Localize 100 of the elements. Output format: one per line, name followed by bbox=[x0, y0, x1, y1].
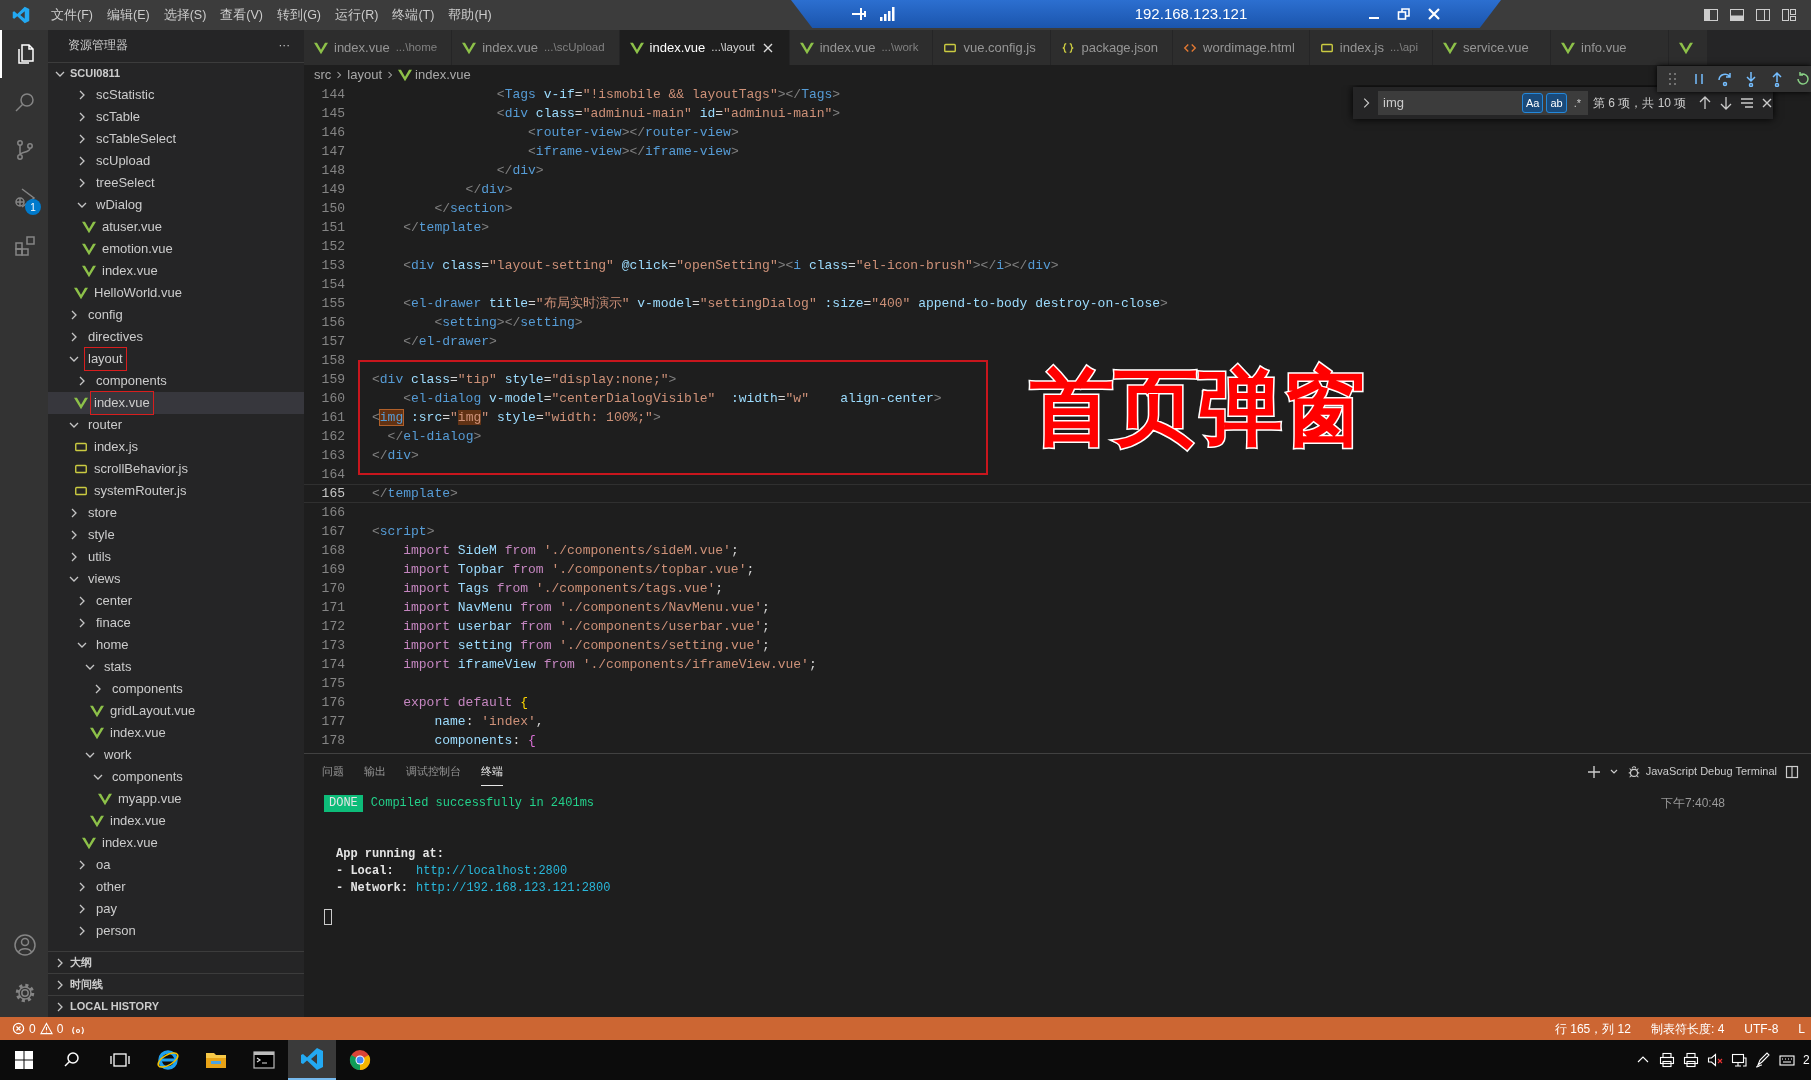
terminal-link[interactable]: http://192.168.123.121:2800 bbox=[416, 880, 611, 897]
folder-item[interactable]: treeSelect bbox=[48, 172, 304, 194]
status-item[interactable]: L bbox=[1792, 1019, 1811, 1038]
file-item[interactable]: emotion.vue bbox=[48, 238, 304, 260]
folder-item[interactable]: wDialog bbox=[48, 194, 304, 216]
file-item[interactable]: myapp.vue bbox=[48, 788, 304, 810]
folder-item[interactable]: oa bbox=[48, 854, 304, 876]
panel-tab[interactable]: 调试控制台 bbox=[406, 756, 461, 787]
chrome-browser-icon[interactable] bbox=[348, 1048, 372, 1072]
editor-tab[interactable] bbox=[1669, 30, 1709, 65]
task-view-button[interactable] bbox=[110, 1051, 130, 1069]
menu-item[interactable]: 帮助(H) bbox=[441, 5, 499, 25]
option-toggle[interactable]: ab bbox=[1546, 92, 1567, 114]
breadcrumb-item[interactable]: src bbox=[314, 65, 332, 85]
clock-text[interactable]: 2 bbox=[1803, 1051, 1811, 1069]
status-item[interactable]: UTF-8 bbox=[1738, 1019, 1785, 1038]
section-header[interactable]: 时间线 bbox=[48, 973, 304, 995]
editor-tab[interactable]: index.js ...\api bbox=[1309, 30, 1434, 65]
editor-tab[interactable]: index.vue ...\scUpload bbox=[452, 30, 620, 65]
app-logo-icon[interactable] bbox=[300, 1047, 324, 1071]
start-button[interactable] bbox=[15, 1051, 33, 1069]
folder-item[interactable]: finace bbox=[48, 612, 304, 634]
breadcrumb-item[interactable]: index.vue bbox=[398, 65, 471, 85]
folder-item[interactable]: center bbox=[48, 590, 304, 612]
customize-layout-icon[interactable] bbox=[1781, 7, 1797, 23]
folder-item[interactable]: home bbox=[48, 634, 304, 656]
folder-item[interactable]: scStatistic bbox=[48, 84, 304, 106]
more-actions-button[interactable]: ··· bbox=[278, 37, 290, 55]
folder-item[interactable]: views bbox=[48, 568, 304, 590]
folder-item[interactable]: scUpload bbox=[48, 150, 304, 172]
network-icon[interactable] bbox=[1731, 1052, 1747, 1068]
panel-tab[interactable]: 问题 bbox=[322, 756, 344, 787]
pen-icon[interactable] bbox=[1755, 1052, 1771, 1068]
restart-button[interactable] bbox=[1795, 71, 1811, 87]
split-terminal-button[interactable] bbox=[1785, 764, 1799, 779]
editor-tab[interactable]: info.vue bbox=[1551, 30, 1670, 65]
folder-item[interactable]: scTableSelect bbox=[48, 128, 304, 150]
file-item[interactable]: index.vue bbox=[48, 260, 304, 282]
folder-item[interactable]: style bbox=[48, 524, 304, 546]
restore-button[interactable] bbox=[1397, 7, 1411, 21]
option-toggle[interactable]: Aa bbox=[1521, 92, 1544, 114]
terminal-link[interactable]: http://localhost:2800 bbox=[416, 863, 568, 880]
speaker-muted-icon[interactable] bbox=[1707, 1052, 1723, 1068]
file-item[interactable]: gridLayout.vue bbox=[48, 700, 304, 722]
file-item[interactable]: index.vue bbox=[48, 392, 304, 414]
search-button[interactable] bbox=[63, 1051, 81, 1069]
step-over-button[interactable] bbox=[1717, 71, 1733, 87]
editor-tab[interactable]: vue.config.js bbox=[933, 30, 1052, 65]
editor-tab[interactable]: service.vue bbox=[1433, 30, 1552, 65]
browser-icon[interactable] bbox=[156, 1048, 180, 1072]
folder-item[interactable]: config bbox=[48, 304, 304, 326]
file-item[interactable]: index.js bbox=[48, 436, 304, 458]
folder-item[interactable]: person bbox=[48, 920, 304, 942]
folder-item[interactable]: pay bbox=[48, 898, 304, 920]
folder-item[interactable]: components bbox=[48, 678, 304, 700]
breadcrumb-item[interactable]: layout bbox=[347, 65, 383, 85]
file-item[interactable]: systemRouter.js bbox=[48, 480, 304, 502]
find-in-selection-button[interactable] bbox=[1739, 95, 1756, 111]
folder-item[interactable]: work bbox=[48, 744, 304, 766]
file-item[interactable]: index.vue bbox=[48, 722, 304, 744]
menu-item[interactable]: 终端(T) bbox=[385, 5, 442, 25]
editor-tab[interactable]: package.json bbox=[1051, 30, 1174, 65]
find-field[interactable]: img Aa ab .* bbox=[1378, 91, 1588, 115]
menu-item[interactable]: 运行(R) bbox=[328, 5, 386, 25]
file-item[interactable]: HelloWorld.vue bbox=[48, 282, 304, 304]
folder-item[interactable]: other bbox=[48, 876, 304, 898]
terminal-icon[interactable] bbox=[252, 1048, 276, 1072]
editor-tab[interactable]: index.vue ...\layout bbox=[619, 30, 790, 65]
step-into-button[interactable] bbox=[1743, 71, 1759, 87]
folder-item[interactable]: utils bbox=[48, 546, 304, 568]
file-item[interactable]: atuser.vue bbox=[48, 216, 304, 238]
printer-icon[interactable] bbox=[1683, 1052, 1699, 1068]
file-item[interactable]: index.vue bbox=[48, 832, 304, 854]
new-terminal-button[interactable] bbox=[1586, 764, 1601, 779]
panel-tab[interactable]: 输出 bbox=[364, 756, 386, 787]
folder-item[interactable]: store bbox=[48, 502, 304, 524]
folder-item[interactable]: layout bbox=[48, 348, 304, 370]
status-item[interactable]: 行 165，列 12 bbox=[1548, 1019, 1637, 1038]
close-button[interactable] bbox=[1427, 7, 1441, 21]
menu-item[interactable]: 编辑(E) bbox=[99, 5, 157, 25]
activity-button[interactable]: 1 bbox=[0, 174, 48, 222]
problems-button[interactable]: 0 0 bbox=[12, 1019, 64, 1038]
status-item[interactable]: 制表符长度: 4 bbox=[1644, 1019, 1731, 1038]
folder-item[interactable]: directives bbox=[48, 326, 304, 348]
folder-item[interactable]: components bbox=[48, 766, 304, 788]
menu-item[interactable]: 选择(S) bbox=[156, 5, 214, 25]
folder-item[interactable]: router bbox=[48, 414, 304, 436]
editor-tab[interactable]: index.vue ...\work bbox=[789, 30, 934, 65]
menu-item[interactable]: 查看(V) bbox=[213, 5, 270, 25]
folder-item[interactable]: stats bbox=[48, 656, 304, 678]
file-item[interactable]: scrollBehavior.js bbox=[48, 458, 304, 480]
folder-item[interactable]: components bbox=[48, 370, 304, 392]
menu-item[interactable]: 文件(F) bbox=[44, 5, 100, 25]
section-header[interactable]: 大纲 bbox=[48, 951, 304, 973]
file-item[interactable]: index.vue bbox=[48, 810, 304, 832]
editor-tab[interactable]: wordimage.html bbox=[1173, 30, 1310, 65]
pin-button[interactable] bbox=[851, 6, 869, 22]
option-toggle[interactable]: .* bbox=[1569, 92, 1585, 114]
toggle-panel-icon[interactable] bbox=[1729, 7, 1745, 23]
editor-tab[interactable]: index.vue ...\home bbox=[304, 30, 453, 65]
